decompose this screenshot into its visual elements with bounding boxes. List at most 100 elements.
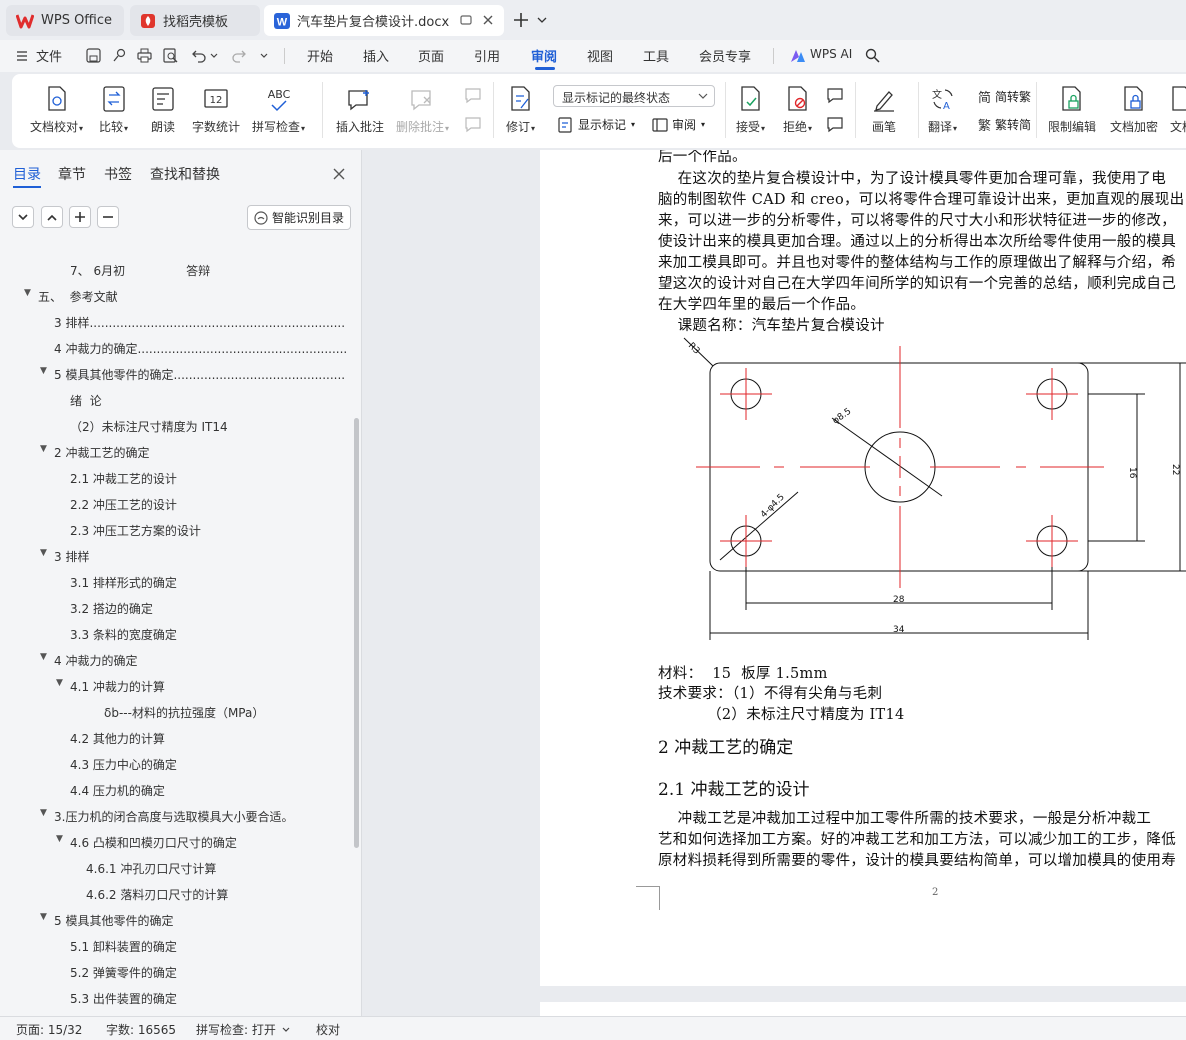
word-count-button[interactable]: 12 字数统计 (192, 84, 240, 135)
toc-expand-arrow-icon[interactable]: ▼ (24, 288, 31, 298)
translate-button[interactable]: 文A 翻译▾ (928, 84, 957, 135)
restrict-edit-button[interactable]: 限制编辑 (1048, 84, 1096, 135)
toc-expand-arrow-icon[interactable]: ▼ (40, 808, 47, 818)
toc-item[interactable]: 5.2 弹簧零件的确定 (0, 964, 350, 986)
panel-tab-sections[interactable]: 章节 (58, 164, 86, 184)
panel-tab-toc[interactable]: 目录 (13, 164, 41, 184)
spell-check-status[interactable]: 拼写检查: 打开 (196, 1021, 276, 1038)
toc-item[interactable]: 4.3 压力中心的确定 (0, 756, 350, 778)
toc-expand-arrow-icon[interactable]: ▼ (56, 834, 63, 844)
chevron-down-icon[interactable] (260, 53, 268, 59)
toc-item[interactable]: 5.3 出件装置的确定 (0, 990, 350, 1012)
next-change-icon[interactable] (826, 116, 846, 134)
markup-state-select[interactable]: 显示标记的最终状态 (553, 85, 715, 107)
menu-file[interactable]: 文件 (36, 46, 62, 65)
menu-review[interactable]: 审阅 (531, 46, 557, 65)
toc-item[interactable]: 4.6.2 落料刃口尺寸的计算 (0, 886, 350, 908)
read-aloud-button[interactable]: 朗读 (151, 84, 175, 135)
toc-item[interactable]: δb---材料的抗拉强度（MPa） (0, 704, 350, 726)
to-simplified-button[interactable]: 繁 繁转简 (977, 116, 1031, 133)
toc-item[interactable]: 绪 论 (0, 392, 350, 414)
smart-toc-button[interactable]: 智能识别目录 (247, 205, 351, 230)
toc-item[interactable]: 4 冲裁力的确定................................… (0, 340, 350, 362)
toc-item[interactable]: 2.3 冲压工艺方案的设计 (0, 522, 350, 544)
menu-tools[interactable]: 工具 (643, 46, 669, 65)
document-page[interactable]: 后一个作品。 在这次的垫片复合模设计中，为了设计模具零件更加合理可靠，我使用了电… (540, 150, 1186, 986)
toc-item[interactable]: 5.1 卸料装置的确定 (0, 938, 350, 960)
doc-check-button[interactable]: 文档校对▾ (30, 84, 83, 135)
collapse-all-button[interactable] (12, 206, 34, 228)
toc-item[interactable]: 4.6.1 冲孔刃口尺寸计算 (0, 860, 350, 882)
previous-change-icon[interactable] (826, 87, 846, 105)
undo-icon[interactable] (192, 48, 207, 63)
remove-heading-button[interactable] (97, 206, 119, 228)
reject-button[interactable]: 拒绝▾ (783, 84, 812, 135)
search-icon[interactable] (865, 48, 880, 63)
toc-item[interactable]: 3.2 搭边的确定 (0, 600, 350, 622)
page-indicator[interactable]: 页面: 15/32 (16, 1021, 82, 1038)
panel-scrollbar[interactable] (354, 418, 359, 848)
toc-item[interactable]: 7、 6月初 答辩 (0, 262, 350, 284)
chevron-down-icon[interactable] (537, 16, 547, 24)
toc-expand-arrow-icon[interactable]: ▼ (40, 366, 47, 376)
panel-tab-find-replace[interactable]: 查找和替换 (150, 164, 220, 184)
window-icon[interactable] (460, 14, 472, 26)
link-icon[interactable] (112, 48, 127, 63)
menu-member[interactable]: 会员专享 (699, 46, 751, 65)
to-traditional-button[interactable]: 简 简转繁 (977, 88, 1031, 105)
close-tab-icon[interactable] (480, 12, 496, 28)
word-count-indicator[interactable]: 字数: 16565 (106, 1021, 176, 1038)
new-tab-icon[interactable] (513, 12, 529, 28)
toc-item[interactable]: 3 排样....................................… (0, 314, 350, 336)
toc-expand-arrow-icon[interactable]: ▼ (40, 912, 47, 922)
proofread-status[interactable]: 校对 (316, 1021, 340, 1038)
accept-button[interactable]: 接受▾ (736, 84, 765, 135)
menu-page[interactable]: 页面 (418, 46, 444, 65)
toc-item[interactable]: ▼ 3 排样 (0, 548, 350, 570)
insert-comment-button[interactable]: 插入批注 (336, 84, 384, 135)
toc-item[interactable]: ▼ 2 冲裁工艺的确定 (0, 444, 350, 466)
print-icon[interactable] (137, 48, 152, 63)
toc-item[interactable]: 3.3 条料的宽度确定 (0, 626, 350, 648)
close-icon[interactable] (332, 167, 346, 181)
toc-item[interactable]: ▼ 4 冲裁力的确定 (0, 652, 350, 674)
hamburger-icon[interactable] (16, 50, 28, 62)
tab-wps-office[interactable]: WPS Office (6, 5, 124, 36)
toc-expand-arrow-icon[interactable]: ▼ (56, 678, 63, 688)
save-icon[interactable] (86, 48, 101, 63)
doc-permission-button[interactable]: 文档 (1170, 84, 1186, 135)
toc-item[interactable]: ▼ 3.压力机的闭合高度与选取模具大小要合适。 (0, 808, 350, 830)
toc-expand-arrow-icon[interactable]: ▼ (40, 548, 47, 558)
toc-item[interactable]: 3.1 排样形式的确定 (0, 574, 350, 596)
toc-item[interactable]: （2）未标注尺寸精度为 IT14 (0, 418, 350, 440)
encrypt-button[interactable]: 文档加密 (1110, 84, 1158, 135)
toc-item[interactable]: ▼ 五、 参考文献 (0, 288, 350, 310)
menu-wps-ai[interactable]: WPS AI (810, 47, 852, 61)
panel-tab-bookmarks[interactable]: 书签 (104, 164, 132, 184)
toc-item[interactable]: 4.4 压力机的确定 (0, 782, 350, 804)
toc-expand-arrow-icon[interactable]: ▼ (40, 652, 47, 662)
toc-item[interactable]: ▼ 4.1 冲裁力的计算 (0, 678, 350, 700)
tab-docer[interactable]: 找稻壳模板 (130, 5, 260, 36)
toc-item[interactable]: ▼ 4.6 凸模和凹模刃口尺寸的确定 (0, 834, 350, 856)
delete-comment-button[interactable]: 删除批注▾ (396, 84, 449, 135)
add-heading-button[interactable] (69, 206, 91, 228)
pen-button[interactable]: 画笔 (872, 84, 896, 135)
toc-item[interactable]: 2.2 冲压工艺的设计 (0, 496, 350, 518)
next-comment-icon[interactable] (464, 116, 484, 134)
menu-references[interactable]: 引用 (474, 46, 500, 65)
spell-check-button[interactable]: ABC 拼写检查▾ (252, 84, 305, 135)
previous-comment-icon[interactable] (464, 87, 484, 105)
toc-item[interactable]: ▼ 5 模具其他零件的确定 (0, 912, 350, 934)
toc-item[interactable]: 2.1 冲裁工艺的设计 (0, 470, 350, 492)
compare-button[interactable]: 比较▾ (99, 84, 128, 135)
toc-item[interactable]: ▼ 5 模具其他零件的确定............................… (0, 366, 350, 388)
review-pane-button[interactable]: 审阅 ▾ (652, 116, 705, 133)
toc-item[interactable]: 4.2 其他力的计算 (0, 730, 350, 752)
chevron-down-icon[interactable] (210, 53, 218, 59)
menu-view[interactable]: 视图 (587, 46, 613, 65)
print-preview-icon[interactable] (163, 48, 178, 63)
toc-expand-arrow-icon[interactable]: ▼ (40, 444, 47, 454)
show-markup-button[interactable]: 显示标记 ▾ (558, 116, 635, 133)
menu-home[interactable]: 开始 (307, 46, 333, 65)
